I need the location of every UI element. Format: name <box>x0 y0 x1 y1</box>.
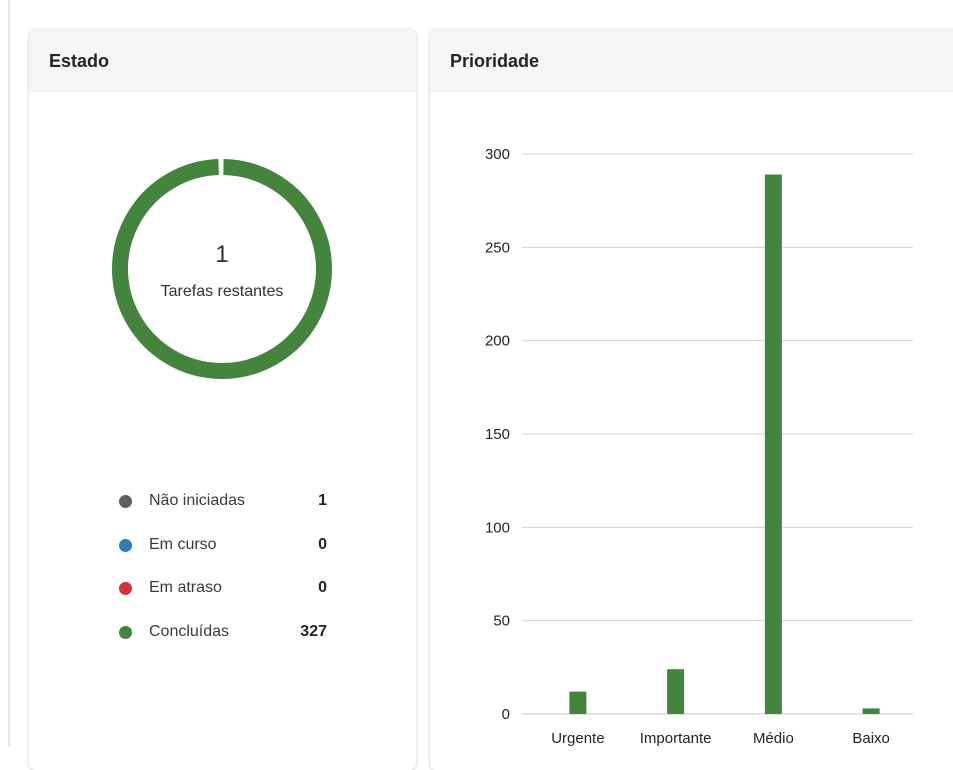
priority-bar-chart: 0 50 100 150 200 250 300 Urgente Importante Médio… <box>485 146 913 747</box>
legend-item-late: Em atraso 0 <box>119 577 327 621</box>
legend-label: Em curso <box>149 535 217 553</box>
y-tick-label: 100 <box>485 519 510 536</box>
legend-value: 0 <box>318 535 327 553</box>
remaining-label: Tarefas restantes <box>160 283 284 300</box>
x-tick-label: Importante <box>640 730 712 747</box>
y-tick-label: 300 <box>485 146 510 163</box>
legend-item-in-progress: Em curso 0 <box>119 534 327 578</box>
y-tick-label: 50 <box>493 613 510 630</box>
bar-urgente[interactable] <box>569 691 587 714</box>
legend-dot-icon <box>119 495 132 508</box>
y-tick-label: 200 <box>485 333 510 350</box>
status-legend: Não iniciadas 1 Em curso 0 Em atraso 0 C… <box>119 490 327 664</box>
legend-dot-icon <box>119 582 132 595</box>
bar-importante[interactable] <box>667 669 685 714</box>
left-divider <box>8 0 10 747</box>
x-tick-label: Baixo <box>852 730 890 747</box>
state-card-title: Estado <box>29 30 416 92</box>
legend-label: Concluídas <box>149 622 230 640</box>
priority-card: Prioridade 0 50 100 150 200 250 300 Urgente Impo… <box>430 30 953 770</box>
donut-center: 1 Tarefas restantes <box>109 156 335 382</box>
x-tick-label: Urgente <box>551 730 604 747</box>
remaining-count: 1 <box>215 241 229 268</box>
bar-médio[interactable] <box>764 174 782 714</box>
x-tick-label: Médio <box>753 730 794 747</box>
state-card: Estado 1 Tarefas restantes Não iniciadas… <box>29 30 416 770</box>
legend-label: Não iniciadas <box>149 492 246 509</box>
y-tick-label: 0 <box>502 706 510 723</box>
bar-baixo[interactable] <box>862 708 880 714</box>
legend-item-completed: Concluídas 327 <box>119 621 327 665</box>
legend-dot-icon <box>119 625 132 639</box>
status-donut-chart[interactable]: 1 Tarefas restantes <box>109 156 335 382</box>
y-tick-label: 250 <box>485 239 510 256</box>
legend-item-not-started: Não iniciadas 1 <box>119 490 327 534</box>
legend-value: 1 <box>318 492 327 509</box>
y-tick-label: 150 <box>485 426 510 443</box>
legend-value: 327 <box>300 622 327 640</box>
legend-value: 0 <box>318 579 327 596</box>
legend-dot-icon <box>119 538 132 552</box>
priority-card-title: Prioridade <box>430 30 953 92</box>
legend-label: Em atraso <box>149 579 222 596</box>
